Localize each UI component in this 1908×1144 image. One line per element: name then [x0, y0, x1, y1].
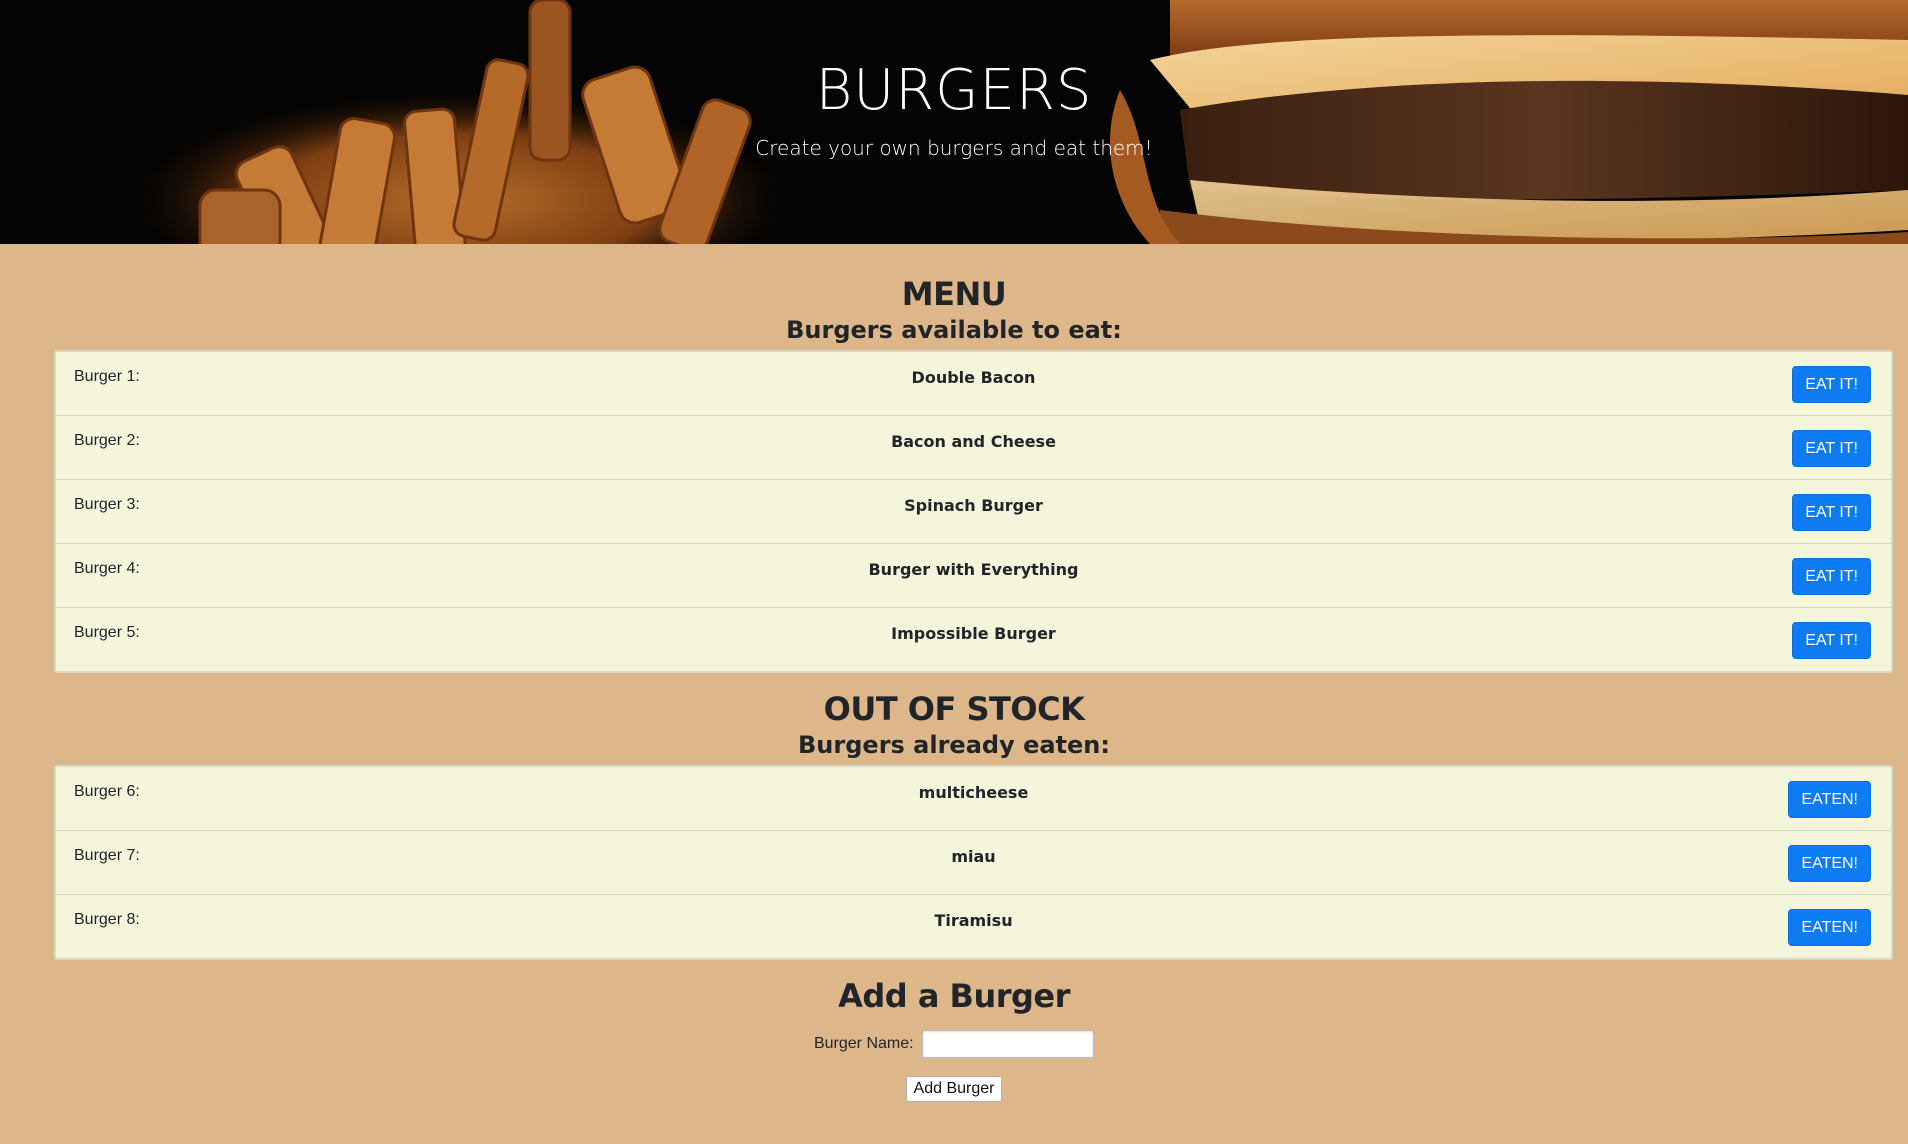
eat-it-button[interactable]: EAT IT!: [1792, 366, 1871, 403]
burger-name: Tiramisu: [934, 911, 1013, 930]
burger-name: Spinach Burger: [904, 496, 1043, 515]
eaten-button[interactable]: EATEN!: [1788, 909, 1871, 946]
list-item: Burger 1: Double Bacon EAT IT!: [56, 352, 1891, 415]
list-item: Burger 6: multicheese EATEN!: [56, 767, 1891, 830]
menu-title: MENU: [901, 275, 1007, 313]
burger-name: Impossible Burger: [891, 624, 1056, 643]
eat-it-button[interactable]: EAT IT!: [1792, 558, 1871, 595]
add-burger-title: Add a Burger: [838, 977, 1070, 1015]
out-of-stock-title: OUT OF STOCK: [823, 690, 1085, 728]
burger-name: multicheese: [918, 783, 1029, 802]
list-item: Burger 7: miau EATEN!: [56, 830, 1891, 894]
list-item: Burger 8: Tiramisu EATEN!: [56, 894, 1891, 958]
add-burger-form: Add a Burger Burger Name: Add Burger: [0, 960, 1908, 1102]
burger-name: Bacon and Cheese: [891, 432, 1056, 451]
burger-name-row: Burger Name:: [0, 1030, 1908, 1058]
list-item: Burger 2: Bacon and Cheese EAT IT!: [56, 415, 1891, 479]
burger-name: Double Bacon: [911, 368, 1036, 387]
eat-it-button[interactable]: EAT IT!: [1792, 622, 1871, 659]
list-item: Burger 3: Spinach Burger EAT IT!: [56, 479, 1891, 543]
burger-name: Burger with Everything: [868, 560, 1079, 579]
main-content: MENU Burgers available to eat: Burger 1:…: [0, 244, 1908, 1102]
out-of-stock-subtitle: Burgers already eaten:: [798, 731, 1110, 759]
available-burgers-list: Burger 1: Double Bacon EAT IT! Burger 2:…: [54, 350, 1893, 673]
page-title: BURGERS: [815, 58, 1093, 123]
eaten-button[interactable]: EATEN!: [1788, 781, 1871, 818]
eaten-button[interactable]: EATEN!: [1788, 845, 1871, 882]
hero-banner: BURGERS Create your own burgers and eat …: [0, 0, 1908, 244]
add-burger-button[interactable]: Add Burger: [905, 1076, 1003, 1102]
menu-section: MENU Burgers available to eat: Burger 1:…: [0, 244, 1908, 673]
eat-it-button[interactable]: EAT IT!: [1792, 494, 1871, 531]
page-subtitle: Create your own burgers and eat them!: [755, 136, 1153, 160]
out-of-stock-section: OUT OF STOCK Burgers already eaten: Burg…: [0, 673, 1908, 960]
menu-subtitle: Burgers available to eat:: [786, 316, 1122, 344]
list-item: Burger 5: Impossible Burger EAT IT!: [56, 607, 1891, 671]
burger-name-input[interactable]: [922, 1030, 1095, 1058]
eat-it-button[interactable]: EAT IT!: [1792, 430, 1871, 467]
burger-name: miau: [951, 847, 996, 866]
eaten-burgers-list: Burger 6: multicheese EATEN! Burger 7: m…: [54, 765, 1893, 960]
burger-name-label: Burger Name:: [813, 1035, 914, 1052]
list-item: Burger 4: Burger with Everything EAT IT!: [56, 543, 1891, 607]
